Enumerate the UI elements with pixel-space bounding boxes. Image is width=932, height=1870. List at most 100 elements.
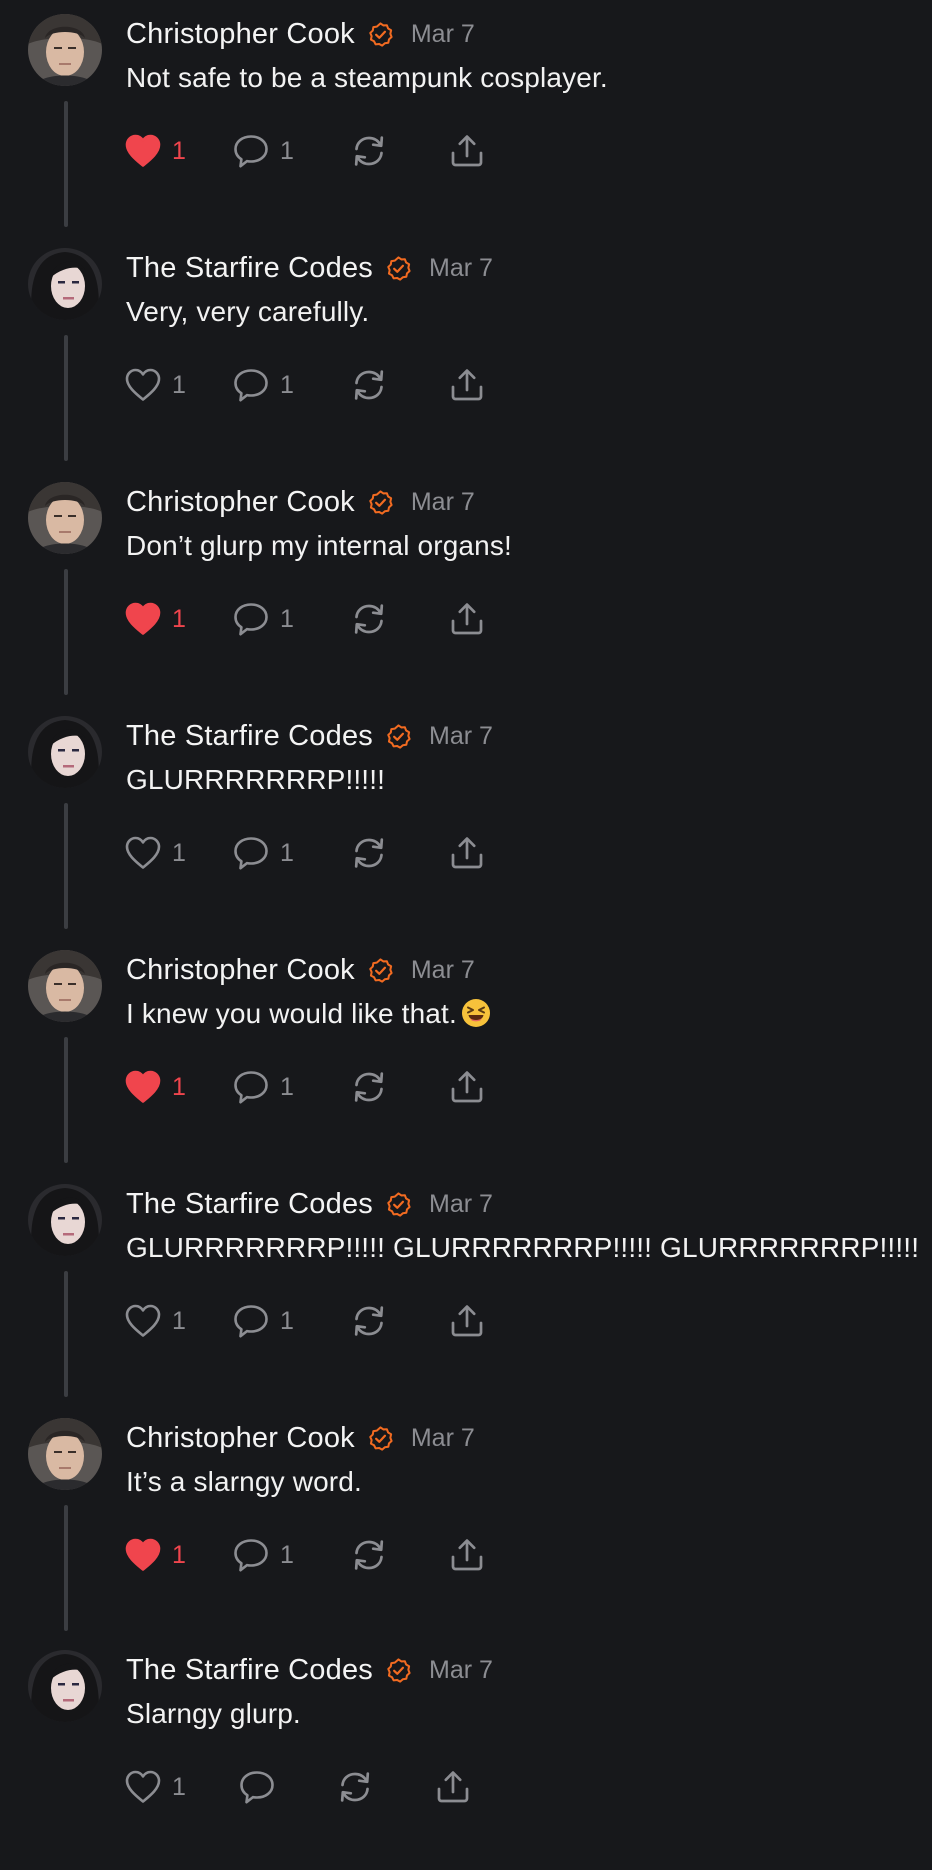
- post-header: Christopher Cook Mar 7: [126, 948, 475, 992]
- repost-button[interactable]: [336, 1767, 374, 1807]
- post[interactable]: Christopher Cook Mar 7 Not safe to be a st…: [0, 0, 932, 234]
- heart-icon: [125, 602, 161, 635]
- post-text: It’s a slarngy word.: [126, 1466, 362, 1498]
- share-button[interactable]: [448, 131, 486, 171]
- author-name[interactable]: Christopher Cook: [126, 1422, 355, 1455]
- share-upload-icon: [437, 1771, 469, 1803]
- heart-icon: [125, 1070, 161, 1103]
- post-text-content: I knew you would like that.: [126, 998, 457, 1029]
- share-button[interactable]: [448, 365, 486, 405]
- avatar[interactable]: [28, 1184, 102, 1256]
- post-text-content: Not safe to be a steampunk cosplayer.: [126, 62, 608, 93]
- reply-button[interactable]: 1: [232, 599, 294, 639]
- avatar[interactable]: [28, 716, 102, 788]
- like-count: 1: [172, 1772, 186, 1801]
- post-text: Don’t glurp my internal organs!: [126, 530, 512, 562]
- share-upload-icon: [451, 1071, 483, 1103]
- repost-button[interactable]: [350, 131, 388, 171]
- post-actions: 11: [124, 833, 544, 873]
- post-text: Very, very carefully.: [126, 296, 369, 328]
- repost-arrows-icon: [354, 838, 384, 868]
- repost-button[interactable]: [350, 1067, 388, 1107]
- repost-button[interactable]: [350, 1301, 388, 1341]
- post-date[interactable]: Mar 7: [411, 1424, 475, 1453]
- like-button[interactable]: 1: [124, 1767, 186, 1807]
- like-button[interactable]: 1: [124, 1067, 186, 1107]
- heart-icon: [125, 1304, 161, 1337]
- post-date[interactable]: Mar 7: [411, 488, 475, 517]
- reply-button[interactable]: 1: [232, 365, 294, 405]
- author-name[interactable]: Christopher Cook: [126, 486, 355, 519]
- like-button[interactable]: 1: [124, 131, 186, 171]
- share-button[interactable]: [448, 833, 486, 873]
- like-button[interactable]: 1: [124, 1301, 186, 1341]
- repost-button[interactable]: [350, 1535, 388, 1575]
- reply-button[interactable]: 1: [232, 833, 294, 873]
- share-button[interactable]: [448, 1301, 486, 1341]
- reply-button[interactable]: 1: [232, 1067, 294, 1107]
- avatar[interactable]: [28, 1650, 102, 1722]
- speech-bubble-icon: [234, 603, 268, 636]
- avatar[interactable]: [28, 482, 102, 554]
- avatar[interactable]: [28, 14, 102, 86]
- verified-badge-icon: [387, 255, 411, 281]
- speech-bubble-icon: [234, 369, 268, 402]
- share-button[interactable]: [448, 1067, 486, 1107]
- post[interactable]: The Starfire Codes Mar 7 GLURRRRRRRP!!!!! …: [0, 1170, 932, 1404]
- post[interactable]: Christopher Cook Mar 7 Don’t glurp my inte…: [0, 468, 932, 702]
- post-date[interactable]: Mar 7: [411, 20, 475, 49]
- reply-button[interactable]: 1: [232, 1535, 294, 1575]
- avatar[interactable]: [28, 248, 102, 320]
- avatar[interactable]: [28, 950, 102, 1022]
- share-button[interactable]: [434, 1767, 472, 1807]
- heart-icon: [125, 836, 161, 869]
- post-date[interactable]: Mar 7: [429, 254, 493, 283]
- post[interactable]: The Starfire Codes Mar 7 Very, very carefu…: [0, 234, 932, 468]
- share-button[interactable]: [448, 599, 486, 639]
- post[interactable]: Christopher Cook Mar 7 I knew you would li…: [0, 936, 932, 1170]
- post-actions: 11: [124, 1067, 544, 1107]
- reply-button[interactable]: 1: [232, 131, 294, 171]
- verified-badge-icon: [387, 1191, 411, 1217]
- post-header: The Starfire Codes Mar 7: [126, 1182, 493, 1226]
- post-date[interactable]: Mar 7: [411, 956, 475, 985]
- like-count: 1: [172, 370, 186, 399]
- post-actions: 11: [124, 1535, 544, 1575]
- post-date[interactable]: Mar 7: [429, 1656, 493, 1685]
- thread-connector-line: [64, 569, 68, 695]
- post-date[interactable]: Mar 7: [429, 1190, 493, 1219]
- post[interactable]: The Starfire Codes Mar 7 GLURRRRRRRP!!!!! 1…: [0, 702, 932, 936]
- reply-count: 1: [280, 1072, 294, 1101]
- post-date[interactable]: Mar 7: [429, 722, 493, 751]
- thread-connector-line: [64, 1037, 68, 1163]
- reply-button[interactable]: 1: [232, 1301, 294, 1341]
- post[interactable]: The Starfire Codes Mar 7 Slarngy glurp. 1: [0, 1636, 932, 1870]
- like-button[interactable]: 1: [124, 1535, 186, 1575]
- author-name[interactable]: The Starfire Codes: [126, 252, 373, 285]
- avatar[interactable]: [28, 1418, 102, 1490]
- post[interactable]: Christopher Cook Mar 7 It’s a slarngy word…: [0, 1404, 932, 1638]
- like-button[interactable]: 1: [124, 833, 186, 873]
- post-text-content: Don’t glurp my internal organs!: [126, 530, 512, 561]
- speech-bubble-icon: [234, 1071, 268, 1104]
- share-upload-icon: [451, 837, 483, 869]
- verified-badge-icon: [387, 1657, 411, 1683]
- author-name[interactable]: Christopher Cook: [126, 18, 355, 51]
- repost-arrows-icon: [354, 136, 384, 166]
- author-name[interactable]: Christopher Cook: [126, 954, 355, 987]
- share-button[interactable]: [448, 1535, 486, 1575]
- repost-button[interactable]: [350, 599, 388, 639]
- reply-button[interactable]: [238, 1767, 276, 1807]
- author-name[interactable]: The Starfire Codes: [126, 1654, 373, 1687]
- post-text: I knew you would like that.: [126, 998, 491, 1030]
- repost-button[interactable]: [350, 365, 388, 405]
- like-button[interactable]: 1: [124, 365, 186, 405]
- author-name[interactable]: The Starfire Codes: [126, 1188, 373, 1221]
- like-button[interactable]: 1: [124, 599, 186, 639]
- post-actions: 11: [124, 1301, 544, 1341]
- heart-icon: [125, 1538, 161, 1571]
- repost-button[interactable]: [350, 833, 388, 873]
- verified-badge-icon: [387, 723, 411, 749]
- author-name[interactable]: The Starfire Codes: [126, 720, 373, 753]
- speech-bubble-icon: [240, 1771, 274, 1804]
